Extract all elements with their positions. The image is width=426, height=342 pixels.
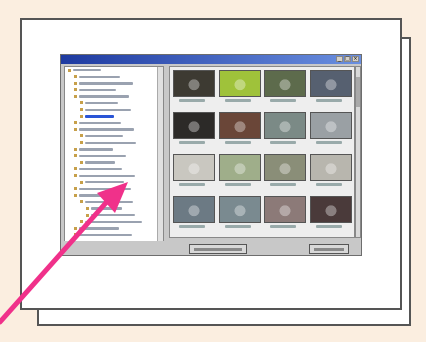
arrow-shaft xyxy=(0,193,115,325)
pointer-arrow xyxy=(0,182,128,325)
